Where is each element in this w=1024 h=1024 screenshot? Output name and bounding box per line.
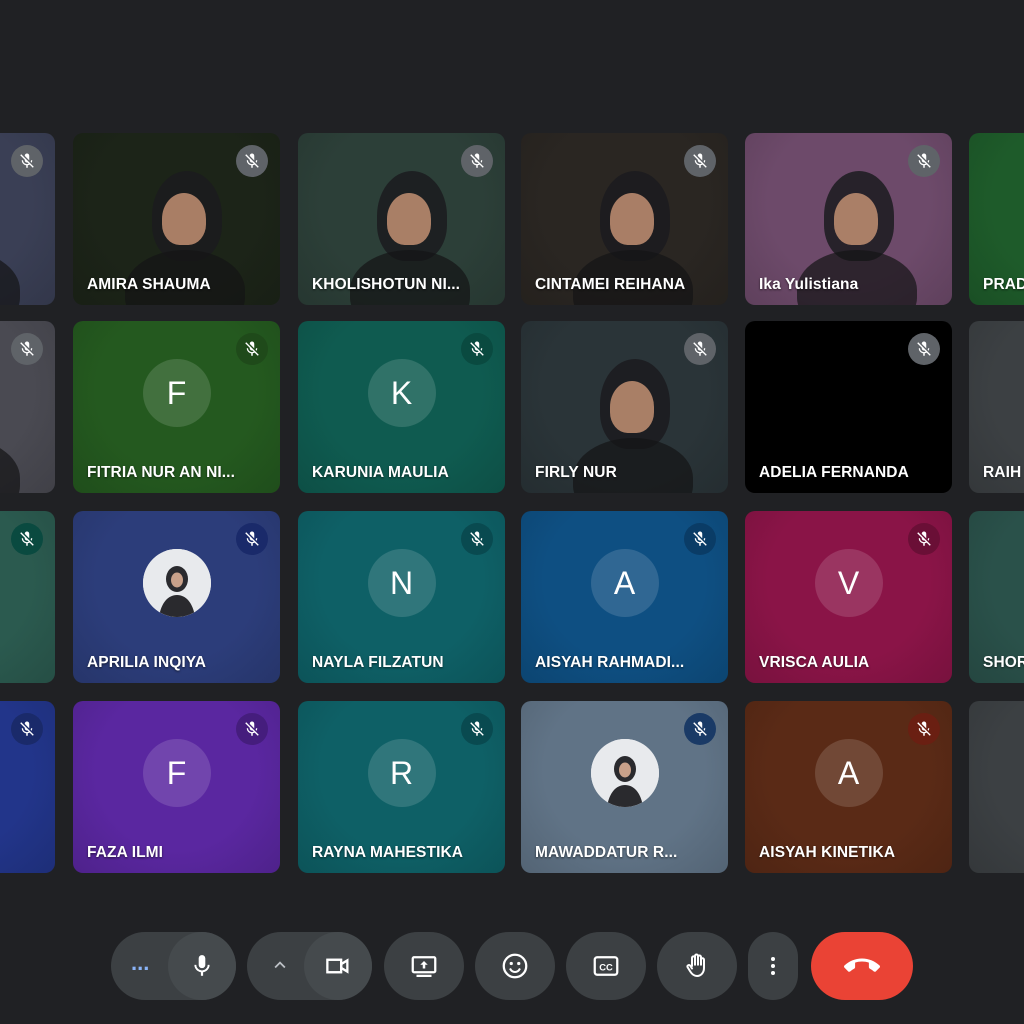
participant-tile[interactable]: F FAZA ILMI (73, 701, 280, 873)
participant-tile[interactable]: N NAYLA FILZATUN (298, 511, 505, 683)
audio-options-button[interactable]: ... (131, 952, 149, 974)
mic-off-icon (908, 333, 940, 365)
participant-tile[interactable]: PRAD (969, 133, 1024, 305)
participant-tile[interactable]: MAWADDATUR R... (521, 701, 728, 873)
svg-text:CC: CC (599, 962, 613, 972)
participant-name: SHOR (983, 654, 1024, 671)
end-call-button[interactable] (811, 932, 913, 1000)
mic-off-icon (908, 523, 940, 555)
participant-tile[interactable]: A AISYAH RAHMADI... (521, 511, 728, 683)
participant-avatar: N (367, 549, 436, 617)
call-controls-bar: ... CC (0, 932, 1024, 1002)
participant-tile[interactable]: FIRLY NUR (521, 321, 728, 493)
mic-off-icon (236, 523, 268, 555)
participant-tile[interactable]: RAIH (969, 321, 1024, 493)
more-vert-icon (771, 957, 775, 975)
mic-off-icon (236, 333, 268, 365)
participant-avatar: V (814, 549, 883, 617)
participant-tile[interactable]: F FITRIA NUR AN NI... (73, 321, 280, 493)
participant-profile-photo (142, 549, 211, 617)
participant-name: AMIRA SHAUMA (87, 276, 211, 293)
microphone-button[interactable] (168, 932, 236, 1000)
participant-tile[interactable]: R RAYNA MAHESTIKA (298, 701, 505, 873)
participant-name: AISYAH KINETIKA (759, 844, 896, 861)
mic-off-icon (11, 333, 43, 365)
participant-tile[interactable]: V VRISCA AULIA (745, 511, 952, 683)
participant-tile[interactable]: A AISYAH KINETIKA (745, 701, 952, 873)
participant-name: NAYLA FILZATUN (312, 654, 444, 671)
present-screen-button[interactable] (384, 932, 464, 1000)
participant-tile[interactable]: AMIRA SHAUMA (73, 133, 280, 305)
mic-off-icon (684, 333, 716, 365)
participant-tile[interactable]: Ika Yulistiana (745, 133, 952, 305)
captions-button[interactable]: CC (566, 932, 646, 1000)
participant-name: VRISCA AULIA (759, 654, 870, 671)
mic-off-icon (908, 145, 940, 177)
participant-tile[interactable]: CINTAMEI REIHANA (521, 133, 728, 305)
participant-name: RAIH (983, 464, 1022, 481)
participant-tile[interactable]: KHOLISHOTUN NI... (298, 133, 505, 305)
microphone-icon (194, 955, 210, 976)
video-control-group (247, 932, 372, 1000)
participant-name: MAWADDATUR R... (535, 844, 678, 861)
mic-off-icon (684, 145, 716, 177)
raise-hand-button[interactable] (657, 932, 737, 1000)
participant-name: PRAD (983, 276, 1024, 293)
participant-avatar: A (814, 739, 883, 807)
mic-off-icon (684, 713, 716, 745)
more-options-button[interactable] (748, 932, 798, 1000)
participant-name: FAZA ILMI (87, 844, 164, 861)
mic-off-icon (908, 713, 940, 745)
participant-tile[interactable] (969, 701, 1024, 873)
participant-avatar: K (367, 359, 436, 427)
participant-name: APRILIA INQIYA (87, 654, 207, 671)
mic-off-icon (461, 145, 493, 177)
participant-grid: T ... AMIRA SHAUMA KHOLISHOTUN NI... CINTAM… (0, 0, 1024, 900)
participant-name: KARUNIA MAULIA (312, 464, 449, 481)
participant-name: ADELIA FERNANDA (759, 464, 909, 481)
closed-captions-icon: CC (593, 956, 619, 976)
mic-off-icon (461, 523, 493, 555)
mic-off-icon (461, 333, 493, 365)
mic-off-icon (236, 713, 268, 745)
videocam-icon (326, 958, 349, 974)
present-screen-icon (411, 956, 437, 977)
participant-tile[interactable]: ADELIA FERNANDA (745, 321, 952, 493)
participant-profile-photo (590, 739, 659, 807)
mic-off-icon (236, 145, 268, 177)
hand-icon (686, 953, 705, 977)
emoji-icon (502, 953, 528, 979)
participant-tile[interactable]: K KARUNIA MAULIA (298, 321, 505, 493)
participant-tile[interactable] (0, 511, 55, 683)
participant-avatar: R (367, 739, 436, 807)
mic-off-icon (461, 713, 493, 745)
participant-name: CINTAMEI REIHANA (535, 276, 686, 293)
participant-name: Ika Yulistiana (759, 276, 859, 293)
audio-control-group: ... (111, 932, 236, 1000)
participant-avatar: F (142, 359, 211, 427)
reactions-button[interactable] (475, 932, 555, 1000)
participant-tile[interactable]: A (0, 321, 55, 493)
camera-options-chevron-icon[interactable] (269, 954, 291, 976)
participant-tile[interactable]: T ... (0, 133, 55, 305)
mic-off-icon (684, 523, 716, 555)
participant-avatar: F (142, 739, 211, 807)
participant-tile[interactable]: SHOR (969, 511, 1024, 683)
mic-off-icon (11, 523, 43, 555)
mic-off-icon (11, 145, 43, 177)
participant-name: RAYNA MAHESTIKA (312, 844, 464, 861)
participant-tile[interactable] (0, 701, 55, 873)
participant-tile[interactable]: APRILIA INQIYA (73, 511, 280, 683)
hang-up-icon (844, 958, 880, 972)
participant-name: FIRLY NUR (535, 464, 617, 481)
participant-name: KHOLISHOTUN NI... (312, 276, 461, 293)
mic-off-icon (11, 713, 43, 745)
camera-button[interactable] (304, 932, 372, 1000)
participant-name: AISYAH RAHMADI... (535, 654, 685, 671)
participant-avatar: A (590, 549, 659, 617)
participant-name: FITRIA NUR AN NI... (87, 464, 235, 481)
